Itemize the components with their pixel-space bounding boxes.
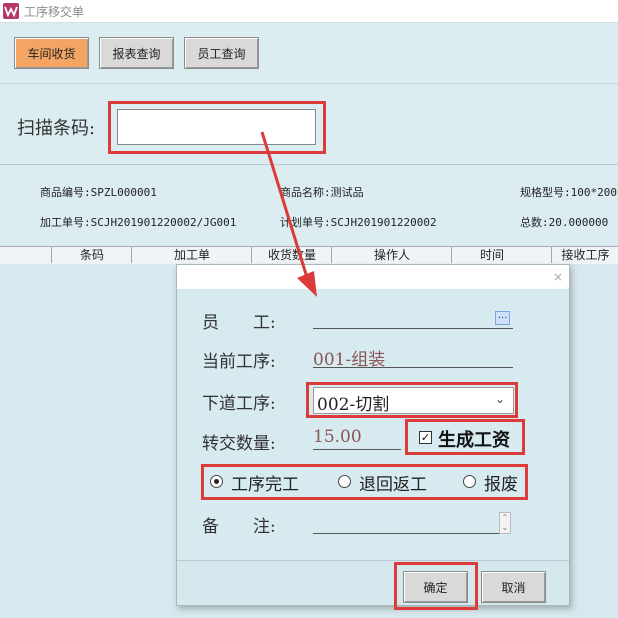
annotation-arrow [260, 131, 317, 297]
